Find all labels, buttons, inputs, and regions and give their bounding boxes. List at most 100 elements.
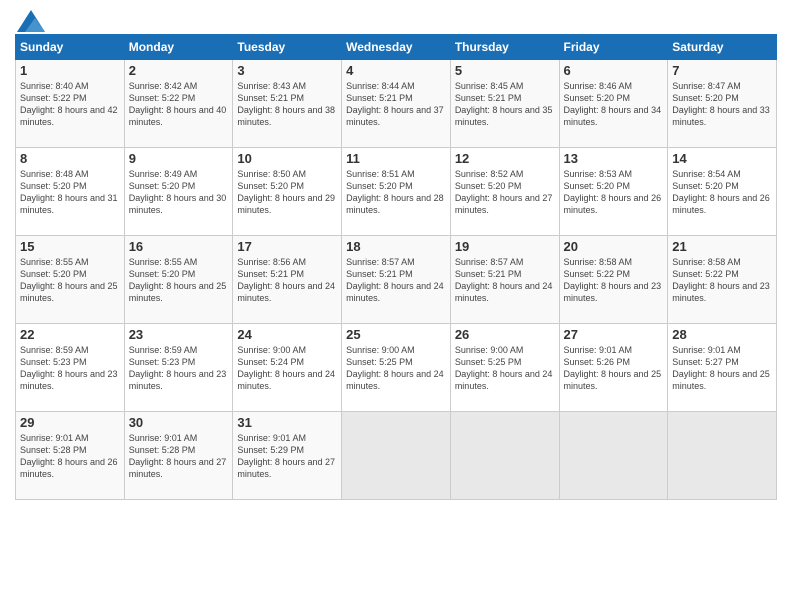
- day-number: 1: [20, 63, 120, 78]
- weekday-header-saturday: Saturday: [668, 35, 777, 60]
- calendar-cell: [450, 412, 559, 500]
- day-number: 26: [455, 327, 555, 342]
- day-detail: Sunrise: 8:47 AMSunset: 5:20 PMDaylight:…: [672, 80, 772, 129]
- calendar-cell: 29 Sunrise: 9:01 AMSunset: 5:28 PMDaylig…: [16, 412, 125, 500]
- day-detail: Sunrise: 8:46 AMSunset: 5:20 PMDaylight:…: [564, 80, 664, 129]
- weekday-header-wednesday: Wednesday: [342, 35, 451, 60]
- day-detail: Sunrise: 9:00 AMSunset: 5:25 PMDaylight:…: [346, 344, 446, 393]
- day-number: 17: [237, 239, 337, 254]
- calendar-cell: 25 Sunrise: 9:00 AMSunset: 5:25 PMDaylig…: [342, 324, 451, 412]
- calendar-cell: 24 Sunrise: 9:00 AMSunset: 5:24 PMDaylig…: [233, 324, 342, 412]
- calendar-cell: 15 Sunrise: 8:55 AMSunset: 5:20 PMDaylig…: [16, 236, 125, 324]
- day-detail: Sunrise: 8:51 AMSunset: 5:20 PMDaylight:…: [346, 168, 446, 217]
- day-number: 25: [346, 327, 446, 342]
- day-detail: Sunrise: 8:57 AMSunset: 5:21 PMDaylight:…: [346, 256, 446, 305]
- calendar-cell: 1 Sunrise: 8:40 AMSunset: 5:22 PMDayligh…: [16, 60, 125, 148]
- day-number: 18: [346, 239, 446, 254]
- day-detail: Sunrise: 8:40 AMSunset: 5:22 PMDaylight:…: [20, 80, 120, 129]
- day-number: 11: [346, 151, 446, 166]
- day-number: 23: [129, 327, 229, 342]
- weekday-header-thursday: Thursday: [450, 35, 559, 60]
- calendar-cell: 30 Sunrise: 9:01 AMSunset: 5:28 PMDaylig…: [124, 412, 233, 500]
- day-detail: Sunrise: 9:01 AMSunset: 5:28 PMDaylight:…: [20, 432, 120, 481]
- day-number: 10: [237, 151, 337, 166]
- day-detail: Sunrise: 8:58 AMSunset: 5:22 PMDaylight:…: [564, 256, 664, 305]
- day-number: 21: [672, 239, 772, 254]
- day-number: 20: [564, 239, 664, 254]
- calendar-table: SundayMondayTuesdayWednesdayThursdayFrid…: [15, 34, 777, 500]
- calendar-cell: 12 Sunrise: 8:52 AMSunset: 5:20 PMDaylig…: [450, 148, 559, 236]
- day-number: 13: [564, 151, 664, 166]
- week-row-3: 15 Sunrise: 8:55 AMSunset: 5:20 PMDaylig…: [16, 236, 777, 324]
- calendar-cell: 9 Sunrise: 8:49 AMSunset: 5:20 PMDayligh…: [124, 148, 233, 236]
- day-number: 16: [129, 239, 229, 254]
- day-detail: Sunrise: 8:59 AMSunset: 5:23 PMDaylight:…: [129, 344, 229, 393]
- day-detail: Sunrise: 8:42 AMSunset: 5:22 PMDaylight:…: [129, 80, 229, 129]
- calendar-cell: 11 Sunrise: 8:51 AMSunset: 5:20 PMDaylig…: [342, 148, 451, 236]
- calendar-cell: 2 Sunrise: 8:42 AMSunset: 5:22 PMDayligh…: [124, 60, 233, 148]
- calendar-page: SundayMondayTuesdayWednesdayThursdayFrid…: [0, 0, 792, 612]
- day-number: 7: [672, 63, 772, 78]
- calendar-cell: 10 Sunrise: 8:50 AMSunset: 5:20 PMDaylig…: [233, 148, 342, 236]
- day-number: 2: [129, 63, 229, 78]
- calendar-cell: 22 Sunrise: 8:59 AMSunset: 5:23 PMDaylig…: [16, 324, 125, 412]
- calendar-cell: 13 Sunrise: 8:53 AMSunset: 5:20 PMDaylig…: [559, 148, 668, 236]
- calendar-cell: 19 Sunrise: 8:57 AMSunset: 5:21 PMDaylig…: [450, 236, 559, 324]
- day-detail: Sunrise: 8:57 AMSunset: 5:21 PMDaylight:…: [455, 256, 555, 305]
- day-number: 8: [20, 151, 120, 166]
- day-number: 5: [455, 63, 555, 78]
- weekday-header-sunday: Sunday: [16, 35, 125, 60]
- day-detail: Sunrise: 8:44 AMSunset: 5:21 PMDaylight:…: [346, 80, 446, 129]
- calendar-cell: [342, 412, 451, 500]
- calendar-cell: 5 Sunrise: 8:45 AMSunset: 5:21 PMDayligh…: [450, 60, 559, 148]
- day-number: 31: [237, 415, 337, 430]
- calendar-cell: 3 Sunrise: 8:43 AMSunset: 5:21 PMDayligh…: [233, 60, 342, 148]
- weekday-header-tuesday: Tuesday: [233, 35, 342, 60]
- day-number: 19: [455, 239, 555, 254]
- day-detail: Sunrise: 8:59 AMSunset: 5:23 PMDaylight:…: [20, 344, 120, 393]
- day-detail: Sunrise: 9:01 AMSunset: 5:27 PMDaylight:…: [672, 344, 772, 393]
- calendar-cell: [559, 412, 668, 500]
- day-detail: Sunrise: 8:54 AMSunset: 5:20 PMDaylight:…: [672, 168, 772, 217]
- day-detail: Sunrise: 8:58 AMSunset: 5:22 PMDaylight:…: [672, 256, 772, 305]
- day-detail: Sunrise: 8:49 AMSunset: 5:20 PMDaylight:…: [129, 168, 229, 217]
- day-number: 14: [672, 151, 772, 166]
- day-detail: Sunrise: 8:53 AMSunset: 5:20 PMDaylight:…: [564, 168, 664, 217]
- day-number: 15: [20, 239, 120, 254]
- day-detail: Sunrise: 8:55 AMSunset: 5:20 PMDaylight:…: [20, 256, 120, 305]
- calendar-cell: 23 Sunrise: 8:59 AMSunset: 5:23 PMDaylig…: [124, 324, 233, 412]
- calendar-cell: 14 Sunrise: 8:54 AMSunset: 5:20 PMDaylig…: [668, 148, 777, 236]
- day-detail: Sunrise: 8:45 AMSunset: 5:21 PMDaylight:…: [455, 80, 555, 129]
- week-row-5: 29 Sunrise: 9:01 AMSunset: 5:28 PMDaylig…: [16, 412, 777, 500]
- day-detail: Sunrise: 8:56 AMSunset: 5:21 PMDaylight:…: [237, 256, 337, 305]
- calendar-cell: 27 Sunrise: 9:01 AMSunset: 5:26 PMDaylig…: [559, 324, 668, 412]
- week-row-1: 1 Sunrise: 8:40 AMSunset: 5:22 PMDayligh…: [16, 60, 777, 148]
- day-detail: Sunrise: 8:48 AMSunset: 5:20 PMDaylight:…: [20, 168, 120, 217]
- calendar-body: 1 Sunrise: 8:40 AMSunset: 5:22 PMDayligh…: [16, 60, 777, 500]
- day-number: 4: [346, 63, 446, 78]
- calendar-cell: 8 Sunrise: 8:48 AMSunset: 5:20 PMDayligh…: [16, 148, 125, 236]
- day-number: 22: [20, 327, 120, 342]
- calendar-cell: [668, 412, 777, 500]
- day-number: 28: [672, 327, 772, 342]
- day-number: 3: [237, 63, 337, 78]
- day-detail: Sunrise: 9:01 AMSunset: 5:28 PMDaylight:…: [129, 432, 229, 481]
- logo-icon: [17, 10, 45, 32]
- calendar-cell: 16 Sunrise: 8:55 AMSunset: 5:20 PMDaylig…: [124, 236, 233, 324]
- day-number: 29: [20, 415, 120, 430]
- day-number: 30: [129, 415, 229, 430]
- calendar-cell: 26 Sunrise: 9:00 AMSunset: 5:25 PMDaylig…: [450, 324, 559, 412]
- day-number: 12: [455, 151, 555, 166]
- calendar-cell: 20 Sunrise: 8:58 AMSunset: 5:22 PMDaylig…: [559, 236, 668, 324]
- calendar-cell: 4 Sunrise: 8:44 AMSunset: 5:21 PMDayligh…: [342, 60, 451, 148]
- day-detail: Sunrise: 9:01 AMSunset: 5:26 PMDaylight:…: [564, 344, 664, 393]
- day-number: 27: [564, 327, 664, 342]
- calendar-cell: 7 Sunrise: 8:47 AMSunset: 5:20 PMDayligh…: [668, 60, 777, 148]
- weekday-header-friday: Friday: [559, 35, 668, 60]
- day-detail: Sunrise: 9:00 AMSunset: 5:24 PMDaylight:…: [237, 344, 337, 393]
- calendar-cell: 18 Sunrise: 8:57 AMSunset: 5:21 PMDaylig…: [342, 236, 451, 324]
- day-detail: Sunrise: 9:01 AMSunset: 5:29 PMDaylight:…: [237, 432, 337, 481]
- calendar-cell: 6 Sunrise: 8:46 AMSunset: 5:20 PMDayligh…: [559, 60, 668, 148]
- day-detail: Sunrise: 8:43 AMSunset: 5:21 PMDaylight:…: [237, 80, 337, 129]
- day-detail: Sunrise: 8:52 AMSunset: 5:20 PMDaylight:…: [455, 168, 555, 217]
